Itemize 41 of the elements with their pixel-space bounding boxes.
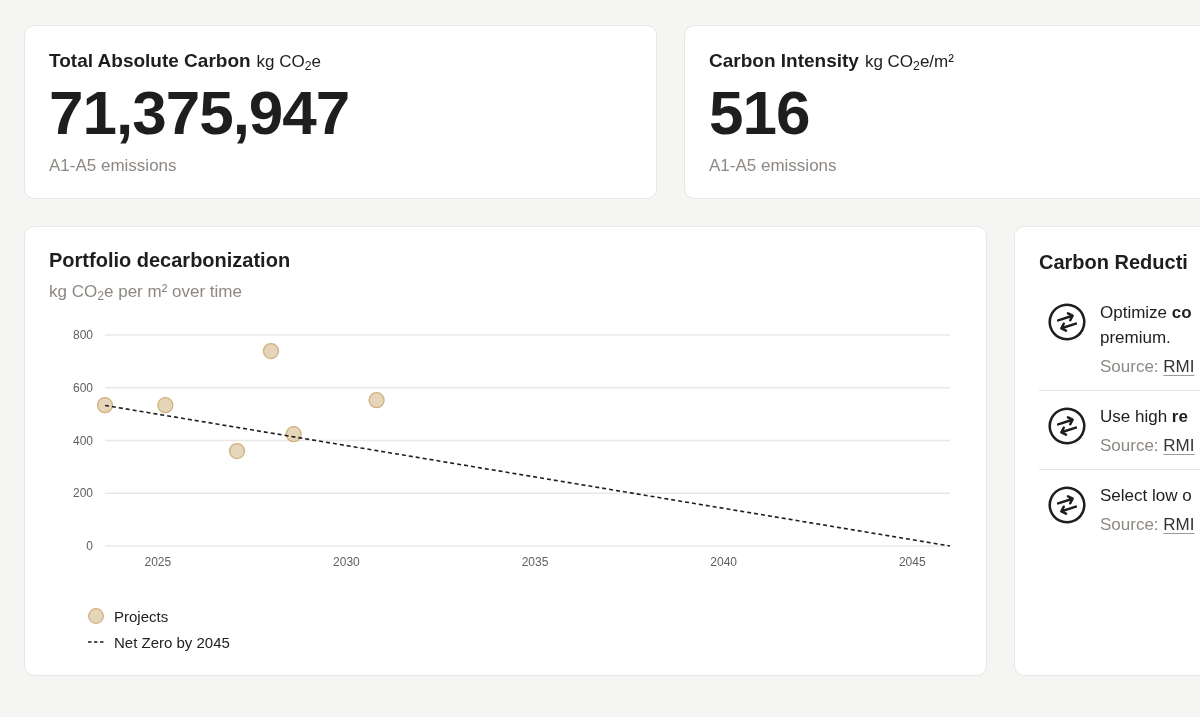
metric-note: A1-A5 emissions <box>709 155 838 177</box>
axis-label: 200 <box>72 486 93 501</box>
metric-unit: kg CO$_{2}$e <box>256 51 322 74</box>
source-label: Source: <box>1100 357 1159 376</box>
axis-label: 2035 <box>521 555 549 569</box>
data-point <box>228 442 246 460</box>
data-point <box>262 342 280 360</box>
data-point <box>157 397 174 414</box>
axis-label: 2045 <box>898 555 926 569</box>
data-point <box>285 426 302 443</box>
axis-label: 2030 <box>333 555 360 569</box>
panel-title: Carbon Reducti <box>1039 250 1189 274</box>
tip-text: Select low o <box>1100 485 1193 507</box>
swap-arrows-icon <box>1048 486 1086 524</box>
metric-title: Carbon Intensity <box>709 49 859 73</box>
metric-title: Total Absolute Carbon <box>49 49 251 73</box>
axis-label: 2040 <box>710 555 737 569</box>
metric-unit: kg CO$_{2}$e/m² <box>864 51 954 74</box>
axis-label: 400 <box>72 433 93 448</box>
axis-label: 800 <box>72 328 93 342</box>
axis-label: 600 <box>72 380 93 395</box>
axis-label: 0 <box>86 539 93 553</box>
legend-label: Projects <box>114 607 169 625</box>
metric-value: 71,375,947 <box>49 81 351 145</box>
tip-text: Use high re <box>1100 406 1189 428</box>
legend-label: Net Zero by 2045 <box>114 633 230 651</box>
source-link[interactable]: RMI <box>1163 515 1195 534</box>
source-label: Source: <box>1100 436 1159 455</box>
data-point <box>96 397 114 414</box>
tip-text: Optimize co premium. <box>1100 302 1193 349</box>
source-link[interactable]: RMI <box>1163 436 1195 455</box>
data-point <box>368 392 385 409</box>
swap-arrows-icon <box>1048 407 1086 445</box>
axis-label: 2025 <box>144 555 172 569</box>
source-link[interactable]: RMI <box>1163 357 1195 376</box>
panel-subtitle: kg CO$_{2}$e per m² over time <box>49 281 243 304</box>
panel-title: Portfolio decarbonization <box>49 248 292 272</box>
metric-value: 516 <box>709 81 811 145</box>
swap-arrows-icon <box>1048 303 1086 341</box>
source-label: Source: <box>1100 515 1159 534</box>
metric-note: A1-A5 emissions <box>49 155 178 177</box>
